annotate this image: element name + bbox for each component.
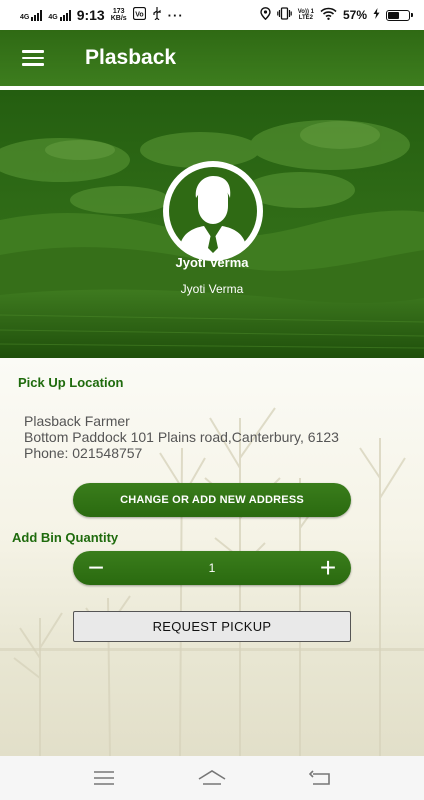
profile-subtitle: Jyoti Verma [180,282,244,296]
battery-icon [386,9,413,21]
pickup-address: Plasback Farmer Bottom Paddock 101 Plain… [24,413,339,461]
add-bin-quantity-title: Add Bin Quantity [12,530,119,545]
status-left: 4G 4G 9:13 173 KB/s Vo ··· [20,6,184,23]
more-notifications-icon: ··· [167,7,184,23]
quantity-value: 1 [208,561,216,575]
network-speed: 173 KB/s [111,8,127,22]
wifi-icon [320,7,337,23]
location-icon [260,7,271,23]
sim2-network-label: 4G [48,13,58,21]
network-speed-unit: KB/s [110,15,127,22]
profile-header: Jyoti Verma Jyoti Verma [0,90,424,358]
volte-bottom-label: LTE2 [298,15,313,21]
address-line-3: Phone: 021548757 [24,445,143,461]
sim2-signal: 4G [48,9,71,21]
pickup-location-title: Pick Up Location [18,375,124,390]
signal-bars-icon [59,9,71,21]
recents-icon[interactable] [84,763,124,793]
request-pickup-button[interactable]: REQUEST PICKUP [73,611,351,642]
volte-indicator: Vo)) 1 LTE2 [298,9,314,21]
status-bar: 4G 4G 9:13 173 KB/s Vo ··· Vo)) 1 LTE2 5… [0,0,424,30]
address-line-2: Bottom Paddock 101 Plains road,Canterbur… [24,429,339,445]
network-speed-value: 173 [112,8,125,15]
clock: 9:13 [76,7,105,23]
bin-quantity-stepper: − 1 + [73,551,351,585]
usb-icon [152,7,162,23]
home-icon[interactable] [192,763,232,793]
sim1-network-label: 4G [20,13,30,21]
decrease-quantity-button[interactable]: − [83,554,109,582]
volte-app-icon: Vo [132,6,146,23]
system-nav-bar [0,756,424,800]
profile-name: Jyoti Verma [175,255,249,270]
battery-percent: 57% [342,8,367,22]
change-address-button[interactable]: CHANGE OR ADD NEW ADDRESS [73,483,351,517]
battery-level [388,11,400,19]
app-title: Plasback [85,46,177,69]
app-bar: Plasback [0,30,424,86]
address-line-1: Plasback Farmer [24,413,130,429]
back-icon[interactable] [300,763,340,793]
signal-bars-icon [31,9,43,21]
charging-icon [373,8,380,22]
hamburger-menu-icon[interactable] [11,36,55,80]
status-right: Vo)) 1 LTE2 57% [260,7,413,23]
pickup-content: Pick Up Location Plasback Farmer Bottom … [0,358,424,756]
svg-text:Vo: Vo [135,12,143,19]
increase-quantity-button[interactable]: + [315,554,341,582]
sim1-signal: 4G [20,9,43,21]
vibrate-icon [276,7,292,23]
user-avatar-icon [163,161,263,261]
